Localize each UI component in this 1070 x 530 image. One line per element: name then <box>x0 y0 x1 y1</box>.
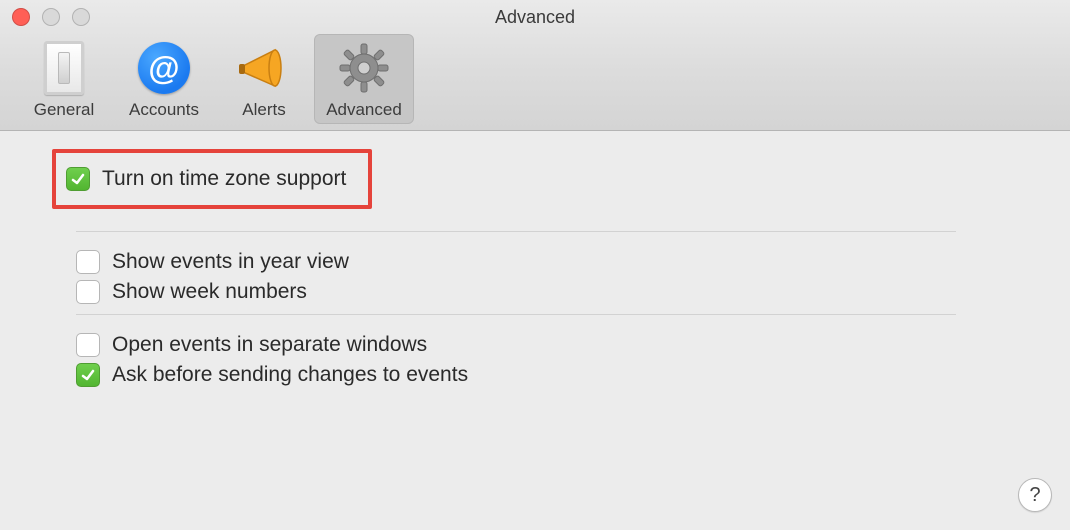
megaphone-icon <box>236 40 292 96</box>
option-label: Open events in separate windows <box>112 333 427 357</box>
checkbox-icon[interactable] <box>66 167 90 191</box>
tab-label: Alerts <box>242 100 285 120</box>
preference-toolbar: General @ Accounts Alerts <box>0 34 1070 130</box>
help-icon: ? <box>1029 484 1040 507</box>
option-label: Show events in year view <box>112 250 349 274</box>
tab-label: Advanced <box>326 100 402 120</box>
checkbox-icon[interactable] <box>76 363 100 387</box>
separator <box>76 231 956 232</box>
option-week-numbers[interactable]: Show week numbers <box>76 280 1036 304</box>
option-timezone[interactable]: Turn on time zone support <box>66 167 346 191</box>
annotation-highlight: Turn on time zone support <box>52 149 372 209</box>
traffic-lights <box>12 8 90 26</box>
checkbox-icon[interactable] <box>76 280 100 304</box>
switch-icon <box>36 40 92 96</box>
gear-icon <box>336 40 392 96</box>
tab-label: Accounts <box>129 100 199 120</box>
minimize-button[interactable] <box>42 8 60 26</box>
option-ask-changes[interactable]: Ask before sending changes to events <box>76 363 1036 387</box>
option-label: Turn on time zone support <box>102 167 346 191</box>
option-label: Ask before sending changes to events <box>112 363 468 387</box>
settings-pane: Turn on time zone support Show events in… <box>0 131 1070 387</box>
separator <box>76 314 956 315</box>
tab-alerts[interactable]: Alerts <box>214 34 314 124</box>
window-title: Advanced <box>495 7 575 28</box>
option-label: Show week numbers <box>112 280 307 304</box>
close-button[interactable] <box>12 8 30 26</box>
tab-label: General <box>34 100 94 120</box>
help-button[interactable]: ? <box>1018 478 1052 512</box>
tab-accounts[interactable]: @ Accounts <box>114 34 214 124</box>
checkbox-icon[interactable] <box>76 250 100 274</box>
maximize-button[interactable] <box>72 8 90 26</box>
titlebar: Advanced <box>0 0 1070 34</box>
option-separate-windows[interactable]: Open events in separate windows <box>76 333 1036 357</box>
checkbox-icon[interactable] <box>76 333 100 357</box>
at-icon: @ <box>136 40 192 96</box>
window-chrome: Advanced General @ Accounts Alerts <box>0 0 1070 131</box>
tab-general[interactable]: General <box>14 34 114 124</box>
tab-advanced[interactable]: Advanced <box>314 34 414 124</box>
option-year-view[interactable]: Show events in year view <box>76 250 1036 274</box>
